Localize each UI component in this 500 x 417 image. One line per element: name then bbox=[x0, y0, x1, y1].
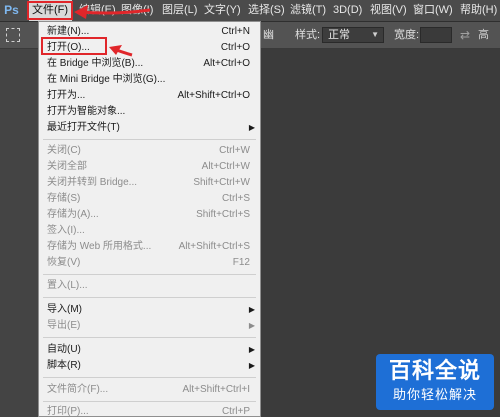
menu-item-open-as[interactable]: 打开为... Alt+Shift+Ctrl+O bbox=[39, 88, 260, 104]
menu-item-shortcut: Ctrl+O bbox=[220, 42, 250, 53]
menu-item-print[interactable]: 打印(P)... Ctrl+P bbox=[39, 404, 260, 417]
menu-item-label: 打印(P)... bbox=[47, 406, 89, 417]
watermark-subtitle: 助你轻松解决 bbox=[392, 387, 477, 402]
menu-item-recent-files[interactable]: 最近打开文件(T) ▶ bbox=[39, 120, 260, 136]
menu-item-file-info[interactable]: 文件简介(F)... Alt+Shift+Ctrl+I bbox=[39, 382, 260, 398]
menu-item-shortcut: Alt+Shift+Ctrl+O bbox=[177, 90, 250, 101]
menu-layer[interactable]: 图层(L) bbox=[162, 0, 197, 21]
menu-item-shortcut: Shift+Ctrl+S bbox=[196, 209, 250, 220]
menu-item-import[interactable]: 导入(M) ▶ bbox=[39, 302, 260, 318]
menu-item-shortcut: Ctrl+W bbox=[219, 145, 250, 156]
menu-item-place[interactable]: 置入(L)... bbox=[39, 278, 260, 294]
menu-item-label: 打开为... bbox=[47, 90, 86, 101]
menu-item-save-for-web[interactable]: 存储为 Web 所用格式... Alt+Shift+Ctrl+S bbox=[39, 239, 260, 255]
menu-type[interactable]: 文字(Y) bbox=[204, 0, 241, 21]
menu-item-shortcut: Alt+Shift+Ctrl+S bbox=[178, 241, 250, 252]
menu-window[interactable]: 窗口(W) bbox=[413, 0, 453, 21]
menu-item-label: 打开为智能对象... bbox=[47, 106, 126, 117]
menu-edit[interactable]: 编辑(E) bbox=[79, 0, 116, 21]
menu-item-shortcut: Ctrl+P bbox=[221, 406, 250, 417]
menu-separator bbox=[43, 337, 256, 338]
menu-item-label: 存储为 Web 所用格式... bbox=[47, 241, 152, 252]
menu-item-label: 自动(U) bbox=[47, 344, 81, 355]
watermark-logo: 百科全说 助你轻松解决 bbox=[376, 354, 494, 410]
menu-item-export[interactable]: 导出(E) ▶ bbox=[39, 318, 260, 334]
menu-help[interactable]: 帮助(H) bbox=[460, 0, 497, 21]
menu-item-shortcut: Alt+Ctrl+W bbox=[201, 161, 250, 172]
watermark-title: 百科全说 bbox=[388, 358, 481, 383]
menu-item-label: 脚本(R) bbox=[47, 360, 81, 371]
menu-item-save-as[interactable]: 存储为(A)... Shift+Ctrl+S bbox=[39, 207, 260, 223]
menu-separator bbox=[43, 401, 256, 402]
menu-item-save[interactable]: 存储(S) Ctrl+S bbox=[39, 191, 260, 207]
menu-item-revert[interactable]: 恢复(V) F12 bbox=[39, 255, 260, 271]
style-label: 样式: bbox=[295, 29, 321, 41]
menu-item-automate[interactable]: 自动(U) ▶ bbox=[39, 342, 260, 358]
submenu-arrow-icon: ▶ bbox=[248, 305, 255, 314]
width-label: 宽度: bbox=[394, 29, 420, 41]
submenu-arrow-icon: ▶ bbox=[248, 123, 255, 132]
menu-item-label: 存储(S) bbox=[47, 193, 81, 204]
width-input[interactable] bbox=[420, 27, 452, 43]
menu-item-browse-mini-bridge[interactable]: 在 Mini Bridge 中浏览(G)... bbox=[39, 72, 260, 88]
menu-item-shortcut: Ctrl+N bbox=[221, 26, 250, 37]
submenu-arrow-icon: ▶ bbox=[248, 345, 255, 354]
menu-item-scripts[interactable]: 脚本(R) ▶ bbox=[39, 358, 260, 374]
submenu-arrow-icon: ▶ bbox=[248, 321, 255, 330]
chevron-down-icon: ▼ bbox=[371, 30, 379, 39]
menu-separator bbox=[43, 274, 256, 275]
menu-3d[interactable]: 3D(D) bbox=[333, 0, 362, 21]
menu-item-browse-bridge[interactable]: 在 Bridge 中浏览(B)... Alt+Ctrl+O bbox=[39, 56, 260, 72]
menu-view[interactable]: 视图(V) bbox=[370, 0, 407, 21]
style-select-value: 正常 bbox=[328, 29, 350, 41]
menu-item-shortcut: Shift+Ctrl+W bbox=[193, 177, 250, 188]
menu-item-label: 导入(M) bbox=[47, 304, 82, 315]
height-label: 高 bbox=[478, 29, 489, 41]
menu-bar: Ps 文件(F) 编辑(E) 图像(I) 图层(L) 文字(Y) 选择(S) 滤… bbox=[0, 0, 500, 22]
photoshop-logo: Ps bbox=[4, 3, 19, 17]
menu-item-close-go-bridge[interactable]: 关闭并转到 Bridge... Shift+Ctrl+W bbox=[39, 175, 260, 191]
menu-item-close-all[interactable]: 关闭全部 Alt+Ctrl+W bbox=[39, 159, 260, 175]
menu-item-label: 签入(I)... bbox=[47, 225, 85, 236]
menu-item-label: 导出(E) bbox=[47, 320, 81, 331]
menu-item-label: 置入(L)... bbox=[47, 280, 88, 291]
menu-item-label: 在 Bridge 中浏览(B)... bbox=[47, 58, 144, 69]
menu-item-close[interactable]: 关闭(C) Ctrl+W bbox=[39, 143, 260, 159]
menu-item-label: 恢复(V) bbox=[47, 257, 81, 268]
menu-item-shortcut: Alt+Ctrl+O bbox=[203, 58, 250, 69]
menu-item-shortcut: Ctrl+S bbox=[221, 193, 250, 204]
menu-item-label: 存储为(A)... bbox=[47, 209, 99, 220]
file-menu-dropdown: 新建(N)... Ctrl+N 打开(O)... Ctrl+O 在 Bridge… bbox=[38, 21, 261, 417]
menu-item-shortcut: F12 bbox=[232, 257, 250, 268]
menu-image[interactable]: 图像(I) bbox=[121, 0, 153, 21]
menu-select[interactable]: 选择(S) bbox=[248, 0, 285, 21]
menu-item-label: 关闭(C) bbox=[47, 145, 81, 156]
menu-item-label: 关闭全部 bbox=[47, 161, 87, 172]
menu-separator bbox=[43, 297, 256, 298]
submenu-arrow-icon: ▶ bbox=[248, 361, 255, 370]
style-select[interactable]: 正常 ▼ bbox=[322, 27, 384, 43]
swap-icon[interactable]: ⇄ bbox=[460, 22, 470, 48]
menu-item-label: 在 Mini Bridge 中浏览(G)... bbox=[47, 74, 166, 85]
menu-item-open-smart-object[interactable]: 打开为智能对象... bbox=[39, 104, 260, 120]
menu-filter[interactable]: 滤镜(T) bbox=[290, 0, 326, 21]
menu-separator bbox=[43, 377, 256, 378]
menu-item-label: 文件简介(F)... bbox=[47, 384, 109, 395]
menu-item-label: 最近打开文件(T) bbox=[47, 122, 120, 133]
menu-item-check-in[interactable]: 签入(I)... bbox=[39, 223, 260, 239]
highlight-box-open-item bbox=[41, 37, 107, 55]
menu-item-label: 关闭并转到 Bridge... bbox=[47, 177, 138, 188]
options-partial-label: 幽 bbox=[263, 29, 274, 41]
tools-panel bbox=[0, 49, 38, 417]
menu-item-shortcut: Alt+Shift+Ctrl+I bbox=[182, 384, 250, 395]
menu-separator bbox=[43, 139, 256, 140]
marquee-tool-icon[interactable] bbox=[6, 28, 20, 42]
highlight-box-file-menu bbox=[27, 1, 73, 20]
